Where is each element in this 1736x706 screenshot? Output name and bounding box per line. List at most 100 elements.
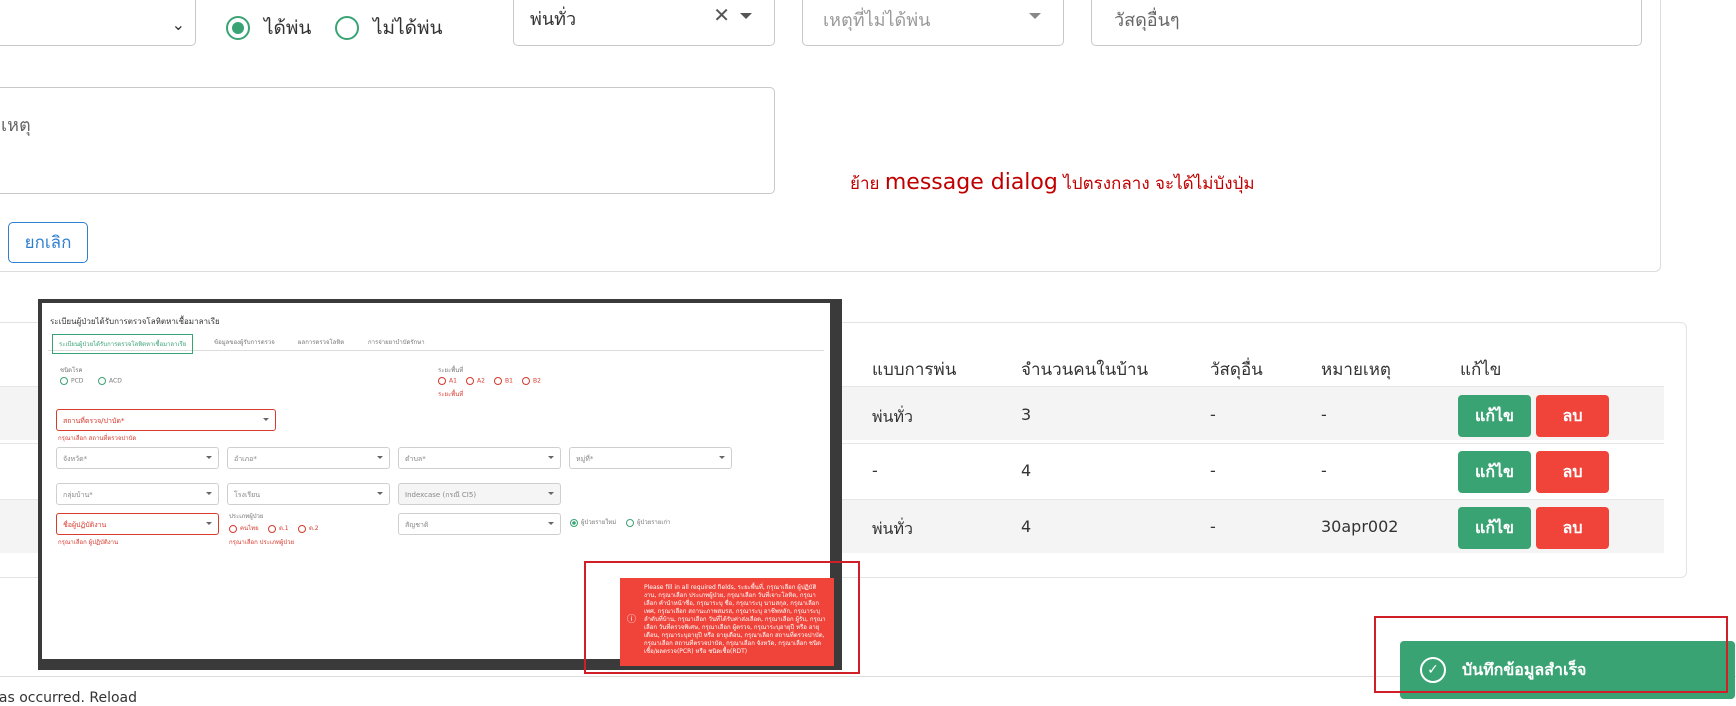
- embedded-patient-type-t2-label: ต.2: [309, 525, 319, 532]
- embedded-area-b2[interactable]: B2: [522, 377, 541, 385]
- embedded-village-placeholder: หมู่ที่*: [576, 455, 594, 463]
- cell-material: -: [1210, 461, 1216, 480]
- spray-no-radio[interactable]: ไม่ได้พ่น: [335, 13, 443, 43]
- spray-yes-radio[interactable]: ได้พ่น: [226, 13, 311, 43]
- radio-checked-icon: [226, 16, 250, 40]
- embedded-district-select[interactable]: อำเภอ*: [227, 447, 390, 469]
- remark-textarea[interactable]: เหตุ: [0, 87, 775, 194]
- embedded-place-placeholder: สถานที่ตรวจ/ปาบัด*: [63, 417, 125, 425]
- col-header-edit: แก้ไข: [1460, 360, 1502, 380]
- dropdown-caret-icon: [206, 492, 212, 495]
- cell-people: 4: [1021, 517, 1032, 536]
- dropdown-caret-icon: [548, 522, 554, 525]
- embedded-type-pcd-label: PCD: [71, 377, 84, 385]
- embedded-area-b2-label: B2: [533, 377, 541, 385]
- embedded-area-a2[interactable]: A2: [466, 377, 485, 385]
- embedded-new-patient-radio[interactable]: ผู้ป่วยรายใหม่: [570, 517, 616, 527]
- embedded-province-select[interactable]: จังหวัด*: [56, 447, 219, 469]
- edit-button[interactable]: แก้ไข: [1458, 451, 1531, 493]
- cell-people: 3: [1021, 405, 1032, 424]
- delete-button[interactable]: ลบ: [1536, 451, 1609, 493]
- clear-icon[interactable]: ✕: [713, 3, 730, 27]
- dropdown-caret-icon: [263, 418, 269, 421]
- embedded-operator-error: กรุณาเลือก ผู้ปฏิบัติงาน: [58, 539, 119, 546]
- error-message-toast: ⓘ Please fill in all required fields, ระ…: [620, 578, 834, 666]
- delete-button[interactable]: ลบ: [1536, 395, 1609, 437]
- embedded-nationality-select[interactable]: สัญชาติ: [398, 513, 561, 535]
- edit-button[interactable]: แก้ไข: [1458, 395, 1531, 437]
- spray-yes-label: ได้พ่น: [264, 17, 312, 39]
- highlight-box: [1374, 616, 1728, 693]
- embedded-tab-3[interactable]: การจ่ายยาบำบัดรักษา: [368, 337, 425, 347]
- embedded-type-pcd[interactable]: PCD: [60, 377, 83, 385]
- embedded-tab-0[interactable]: ระเบียนผู้ป่วยได้รับการตรวจโลหิตหาเชื้อม…: [52, 334, 194, 354]
- edit-button[interactable]: แก้ไข: [1458, 507, 1531, 549]
- embedded-village-group-select[interactable]: กลุ่มบ้าน*: [56, 483, 219, 505]
- embedded-area-b1-label: B1: [505, 377, 513, 385]
- embedded-title: ระเบียนผู้ป่วยได้รับการตรวจโลหิตหาเชื้อม…: [50, 317, 220, 326]
- embedded-village-select[interactable]: หมู่ที่*: [569, 447, 732, 469]
- other-material-input[interactable]: วัสดุอื่นๆ: [1091, 0, 1642, 46]
- spray-type-select[interactable]: พ่นทั่ว ✕: [513, 0, 775, 46]
- embedded-area-label: ระยะพื้นที่: [438, 367, 464, 374]
- embedded-area-a2-label: A2: [477, 377, 485, 385]
- delete-button[interactable]: ลบ: [1536, 507, 1609, 549]
- cell-spray: พ่นทั่ว: [872, 407, 914, 426]
- cell-spray: พ่นทั่ว: [872, 519, 914, 538]
- dropdown-caret-icon: [1029, 13, 1041, 19]
- dropdown-caret-icon: [377, 492, 383, 495]
- embedded-patient-type-thai[interactable]: คนไทย: [229, 523, 259, 533]
- dropdown-caret-icon: [740, 13, 752, 19]
- embedded-indexcase-select[interactable]: Indexcase (กรณี CI5): [398, 483, 561, 505]
- embedded-subdistrict-select[interactable]: ตำบล*: [398, 447, 561, 469]
- embedded-patient-type-t1[interactable]: ต.1: [268, 523, 289, 533]
- embedded-operator-select[interactable]: ชื่อผู้ปฏิบัติงาน: [56, 513, 219, 535]
- col-header-spray: แบบการพ่น: [872, 360, 957, 380]
- embedded-village-group-placeholder: กลุ่มบ้าน*: [63, 491, 93, 499]
- embedded-tab-2[interactable]: ผลการตรวจโลหิต: [298, 337, 344, 347]
- col-header-note: หมายเหตุ: [1321, 360, 1391, 380]
- not-spray-reason-placeholder: เหตุที่ไม่ได้พ่น: [823, 10, 931, 31]
- spray-type-value: พ่นทั่ว: [530, 9, 577, 30]
- error-message-text: Please fill in all required fields, ระยะ…: [644, 584, 826, 655]
- embedded-school-placeholder: โรงเรียน: [234, 491, 260, 499]
- cancel-button[interactable]: ยกเลิก: [8, 222, 88, 263]
- annotation-note: ย้าย message dialog ไปตรงกลาง จะได้ไม่บั…: [850, 170, 1255, 197]
- embedded-old-patient-radio[interactable]: ผู้ป่วยรายเก่า: [626, 517, 670, 527]
- embedded-type-acd[interactable]: ACD: [98, 377, 122, 385]
- cell-note: -: [1321, 461, 1327, 480]
- embedded-type-label: ชนิดโรค: [60, 367, 83, 374]
- embedded-area-a1[interactable]: A1: [438, 377, 457, 385]
- cell-note: 30apr002: [1321, 517, 1399, 536]
- embedded-patient-type-error: กรุณาเลือก ประเภทผู้ป่วย: [229, 539, 295, 546]
- embedded-new-patient-label: ผู้ป่วยรายใหม่: [581, 519, 617, 526]
- other-material-placeholder: วัสดุอื่นๆ: [1114, 10, 1180, 31]
- dropdown-caret-icon: [377, 456, 383, 459]
- embedded-area-b1[interactable]: B1: [494, 377, 513, 385]
- embedded-subdistrict-placeholder: ตำบล*: [405, 455, 426, 463]
- dropdown-caret-icon: [206, 456, 212, 459]
- embedded-tab-1[interactable]: ข้อมูลของผู้รับการตรวจ: [214, 337, 275, 347]
- spray-no-label: ไม่ได้พ่น: [373, 17, 443, 39]
- embedded-area-a1-label: A1: [449, 377, 457, 385]
- embedded-type-acd-label: ACD: [109, 377, 122, 385]
- embedded-operator-placeholder: ชื่อผู้ปฏิบัติงาน: [63, 521, 107, 529]
- footer-error-text: has occurred. Reload: [0, 690, 138, 706]
- embedded-patient-type-t2[interactable]: ต.2: [298, 523, 319, 533]
- clear-icon[interactable]: ✕: [171, 0, 183, 3]
- cell-note: -: [1321, 405, 1327, 424]
- col-header-material: วัสดุอื่น: [1210, 360, 1263, 380]
- select-field-left[interactable]: ⌄ ✕: [0, 0, 196, 46]
- embedded-tabs: ระเบียนผู้ป่วยได้รับการตรวจโลหิตหาเชื้อม…: [48, 333, 824, 354]
- embedded-patient-type-label: ประเภทผู้ป่วย: [229, 513, 264, 520]
- cell-material: -: [1210, 517, 1216, 536]
- not-spray-reason-select[interactable]: เหตุที่ไม่ได้พ่น: [802, 0, 1064, 46]
- embedded-place-select[interactable]: สถานที่ตรวจ/ปาบัด*: [56, 409, 276, 431]
- embedded-nationality-placeholder: สัญชาติ: [405, 521, 429, 529]
- embedded-place-error: กรุณาเลือก สถานที่ตรวจปาบัด: [58, 435, 137, 442]
- embedded-school-select[interactable]: โรงเรียน: [227, 483, 390, 505]
- annotation-big: message dialog: [884, 170, 1058, 195]
- dropdown-caret-icon: [548, 456, 554, 459]
- cell-people: 4: [1021, 461, 1032, 480]
- dropdown-caret-icon: [719, 456, 725, 459]
